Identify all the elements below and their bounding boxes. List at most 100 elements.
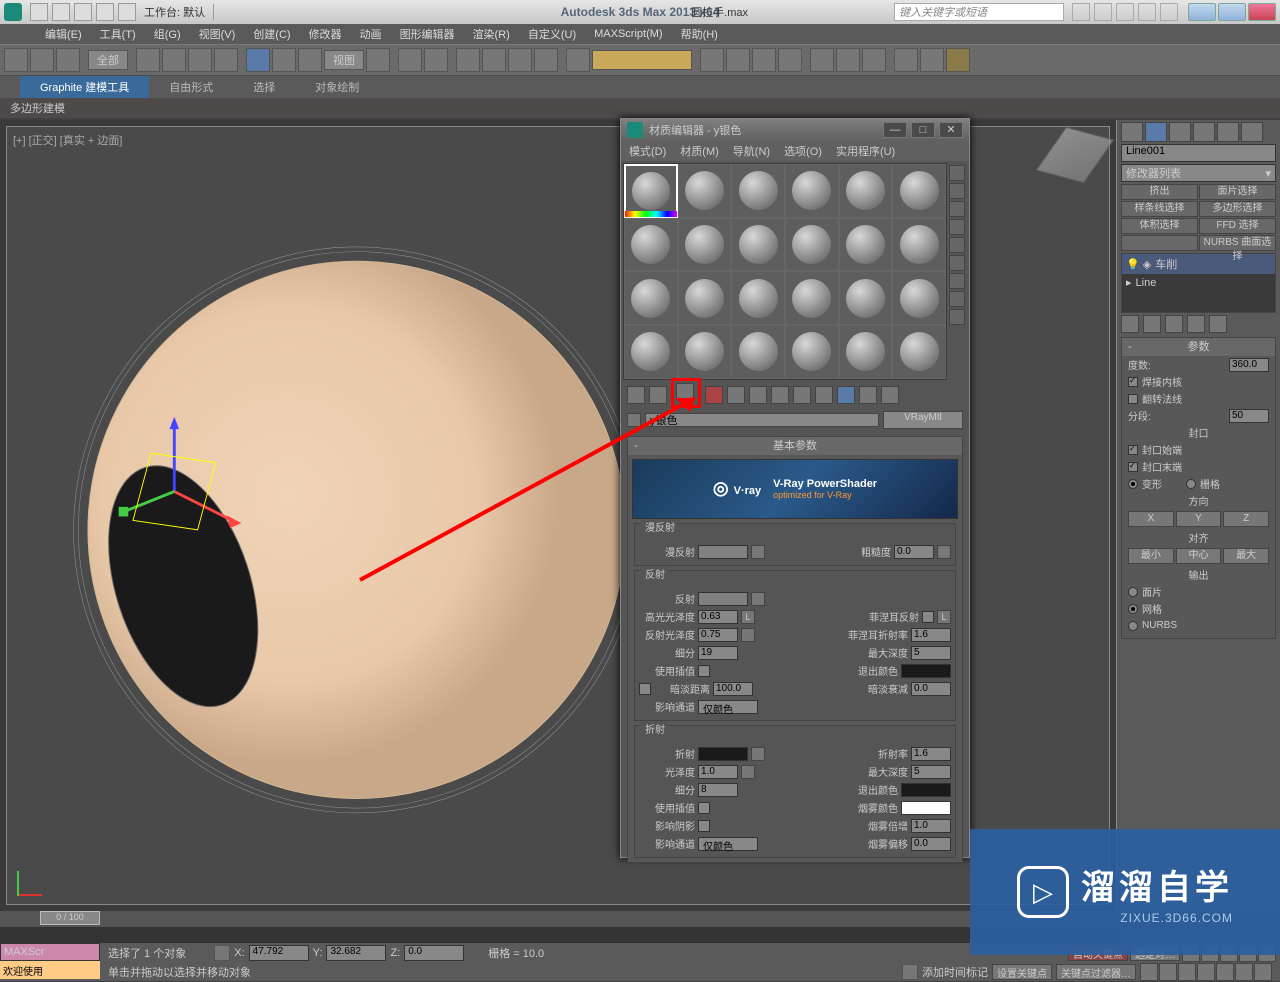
select-link-icon[interactable] — [4, 48, 28, 72]
sample-slot[interactable] — [678, 271, 732, 325]
sample-slot[interactable] — [731, 164, 785, 218]
close-button[interactable] — [1248, 3, 1276, 21]
menu-item[interactable]: 渲染(R) — [473, 26, 510, 42]
ior-spinner[interactable]: 1.6 — [911, 747, 951, 761]
fov-icon[interactable] — [1197, 963, 1215, 981]
modifier-stack[interactable]: 💡 ◈车削 ▸Line — [1121, 253, 1276, 313]
y-button[interactable]: Y — [1176, 511, 1222, 527]
modifier-button[interactable]: 挤出 — [1121, 184, 1198, 200]
modifier-button[interactable]: 面片选择 — [1199, 184, 1276, 200]
rollup-header[interactable]: 参数 — [1122, 338, 1275, 356]
video-check-icon[interactable] — [949, 237, 965, 253]
exit-swatch[interactable] — [901, 664, 951, 678]
fresnel-checkbox[interactable] — [922, 611, 934, 623]
sample-slot[interactable] — [785, 164, 839, 218]
make-copy-icon[interactable] — [727, 386, 745, 404]
affect-combo[interactable]: 仅颜色 — [698, 700, 758, 714]
center-button[interactable]: 中心 — [1176, 548, 1222, 564]
sample-slot[interactable] — [839, 164, 893, 218]
z-coord[interactable]: 0.0 — [404, 945, 464, 961]
x-coord[interactable]: 47.792 — [249, 945, 309, 961]
viewport-label[interactable]: [+] [正交] [真实 + 边面] — [13, 132, 122, 148]
manipulate-icon[interactable] — [398, 48, 422, 72]
make-unique-icon[interactable] — [1165, 315, 1183, 333]
pick-material-icon[interactable] — [627, 413, 641, 427]
interp-checkbox[interactable] — [698, 665, 710, 677]
grid-radio[interactable] — [1186, 479, 1196, 489]
sample-slot[interactable] — [624, 271, 678, 325]
dim-fall-spinner[interactable]: 0.0 — [911, 682, 951, 696]
select-by-material-icon[interactable] — [949, 291, 965, 307]
menu-item[interactable]: 帮助(H) — [681, 26, 718, 42]
modifier-button[interactable]: 多边形选择 — [1199, 201, 1276, 217]
menu-item[interactable]: 动画 — [360, 26, 382, 42]
schematic-view-icon[interactable] — [836, 48, 860, 72]
rollup-header[interactable]: 基本参数 — [628, 437, 962, 455]
sample-slot[interactable] — [785, 218, 839, 272]
degree-spinner[interactable]: 360.0 — [1229, 358, 1269, 372]
app-icon[interactable] — [4, 3, 22, 21]
modifier-list-combo[interactable]: 修改器列表▾ — [1121, 164, 1276, 182]
material-name-input[interactable] — [645, 413, 879, 427]
render-icon[interactable] — [946, 48, 970, 72]
modifier-button[interactable]: NURBS 曲面选择 — [1199, 235, 1276, 251]
unlink-icon[interactable] — [30, 48, 54, 72]
cap-start-checkbox[interactable] — [1128, 445, 1138, 455]
menu-item[interactable]: 导航(N) — [733, 143, 770, 159]
subdiv-spinner[interactable]: 8 — [698, 783, 738, 797]
ribbon-tab[interactable]: 自由形式 — [149, 76, 233, 98]
infobar-icon[interactable] — [1138, 3, 1156, 21]
named-selection-combo[interactable] — [592, 50, 692, 70]
workspace-selector[interactable]: 工作台: 默认 — [144, 4, 214, 20]
make-unique-icon[interactable] — [749, 386, 767, 404]
x-button[interactable]: X — [1128, 511, 1174, 527]
select-scale-icon[interactable] — [298, 48, 322, 72]
weld-checkbox[interactable] — [1128, 377, 1138, 387]
pivot-icon[interactable] — [366, 48, 390, 72]
modifier-button[interactable]: FFD 选择 — [1199, 218, 1276, 234]
get-material-icon[interactable] — [627, 386, 645, 404]
ribbon-tab[interactable]: 对象绘制 — [295, 76, 379, 98]
modifier-button[interactable]: 样条线选择 — [1121, 201, 1198, 217]
morph-radio[interactable] — [1128, 479, 1138, 489]
help-icon[interactable] — [1160, 3, 1178, 21]
setkey-button[interactable]: 设置关键点 — [992, 964, 1052, 980]
configure-sets-icon[interactable] — [1209, 315, 1227, 333]
menu-item[interactable]: 修改器 — [309, 26, 342, 42]
manage-layers-icon[interactable] — [778, 48, 802, 72]
sample-slot[interactable] — [839, 271, 893, 325]
l-button[interactable]: L — [937, 610, 951, 624]
qat-open-icon[interactable] — [52, 3, 70, 21]
spinner-snap-icon[interactable] — [534, 48, 558, 72]
keyfilter-button[interactable]: 关键点过滤器… — [1056, 964, 1136, 980]
mirror-icon[interactable] — [700, 48, 724, 72]
create-tab-icon[interactable] — [1121, 122, 1143, 142]
maximize-button[interactable] — [1218, 3, 1246, 21]
refl-gloss-spinner[interactable]: 0.75 — [698, 628, 738, 642]
snap-icon[interactable] — [456, 48, 480, 72]
menu-item[interactable]: 视图(V) — [199, 26, 236, 42]
menu-item[interactable]: MAXScript(M) — [594, 28, 662, 40]
lock-icon[interactable] — [214, 945, 230, 961]
l-button[interactable]: L — [741, 610, 755, 624]
diffuse-swatch[interactable] — [698, 545, 748, 559]
select-region-icon[interactable] — [188, 48, 212, 72]
sample-slot[interactable] — [839, 218, 893, 272]
menu-item[interactable]: 图形编辑器 — [400, 26, 455, 42]
backlight-icon[interactable] — [949, 183, 965, 199]
sample-slot[interactable] — [678, 325, 732, 379]
material-type-button[interactable]: VRayMtl — [883, 411, 963, 429]
close-button[interactable]: ✕ — [939, 122, 963, 138]
time-tag-icon[interactable] — [902, 964, 918, 980]
sample-slot[interactable] — [624, 325, 678, 379]
min-button[interactable]: 最小 — [1128, 548, 1174, 564]
menu-item[interactable]: 实用程序(U) — [836, 143, 895, 159]
zoom-all-icon[interactable] — [1159, 963, 1177, 981]
trackbar[interactable] — [0, 927, 1116, 943]
select-name-icon[interactable] — [162, 48, 186, 72]
sample-slot[interactable] — [624, 164, 678, 218]
select-icon[interactable] — [136, 48, 160, 72]
max-button[interactable]: 最大 — [1223, 548, 1269, 564]
curve-editor-icon[interactable] — [810, 48, 834, 72]
sample-slot[interactable] — [731, 271, 785, 325]
